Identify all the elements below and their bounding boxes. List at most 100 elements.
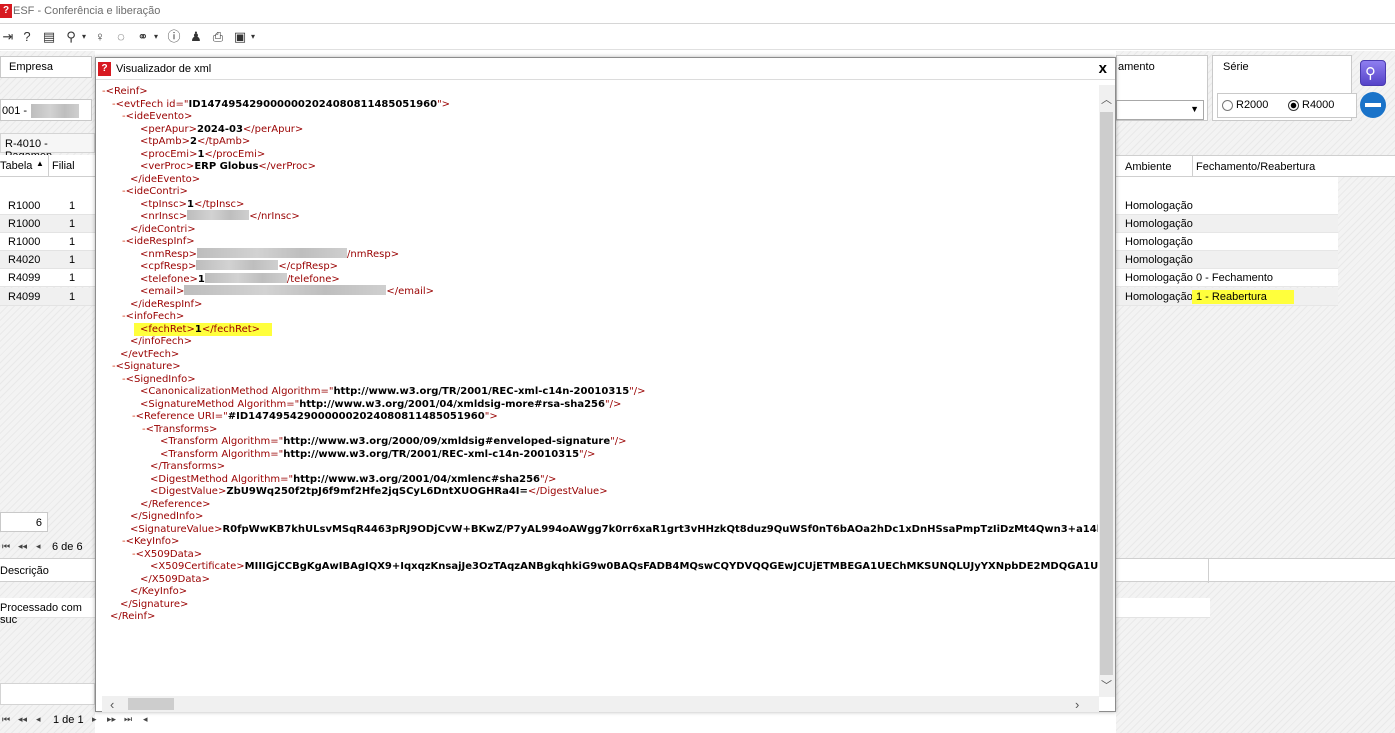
serie-group: Série R2000 R4000 — [1212, 55, 1357, 121]
window-title: ESF - Conferência e liberação — [13, 5, 161, 17]
redacted-value — [204, 272, 287, 283]
export-icon[interactable]: ⎙ — [210, 27, 226, 47]
link-icon[interactable]: ⚭ — [135, 27, 158, 47]
table-row[interactable]: R4099 1 — [0, 269, 95, 287]
vertical-scrollbar[interactable]: ︿ ﹀ — [1099, 85, 1115, 697]
table-row[interactable]: Homologação 1 - Reabertura — [1116, 288, 1338, 306]
prev-fast-icon[interactable]: ◂◂ — [18, 714, 27, 725]
xml-content[interactable]: -<Reinf> -<evtFech id="ID147495429000000… — [102, 85, 1098, 697]
radio-r2000[interactable] — [1222, 100, 1233, 111]
table-row[interactable]: Homologação — [1116, 233, 1338, 251]
xml-line: <email> </email> — [140, 285, 435, 297]
xml-line: </ideContri> — [130, 223, 196, 235]
xml-line: <Transform Algorithm="http://www.w3.org/… — [160, 448, 596, 460]
xml-line: <DigestMethod Algorithm="http://www.w3.o… — [150, 473, 557, 485]
exit-icon[interactable]: ⇥ — [0, 27, 16, 47]
next-fast-icon[interactable]: ▸▸ — [107, 714, 116, 725]
horizontal-scroll-thumb[interactable] — [128, 698, 174, 710]
toolbar: ⇥ ? ▤ ⚲ ♀ ◌ ⚭ ⓘ ♟ ⎙ ▣ — [0, 24, 1395, 50]
table-row[interactable]: Homologação 0 - Fechamento — [1116, 269, 1338, 287]
bottom-pager-text: 1 de 1 — [53, 714, 84, 726]
redacted-value — [196, 260, 279, 270]
xml-line: <DigestValue>ZbU9Wq250f2tpJ6f9mf2Hfe2jqS… — [150, 486, 608, 497]
xml-viewer-dialog: ? Visualizador de xml x -<Reinf> -<evtFe… — [95, 57, 1116, 712]
info-icon[interactable]: ⓘ — [166, 27, 182, 47]
xml-line: </infoFech> — [130, 336, 193, 347]
first-page-icon[interactable]: ⏮ — [2, 541, 10, 552]
table-row[interactable]: Homologação — [1116, 197, 1338, 215]
xml-line: -<evtFech id="ID147495429000000202408081… — [112, 98, 451, 110]
table-row[interactable]: Homologação — [1116, 215, 1338, 233]
app-logo-icon: ? — [0, 4, 12, 18]
table-row[interactable]: R1000 1 — [0, 215, 95, 233]
scroll-up-icon[interactable]: ︿ — [1101, 91, 1112, 107]
xml-line: -<infoFech> — [122, 311, 185, 322]
table-row[interactable]: R4099 1 — [0, 288, 95, 306]
chevron-down-icon: ▼ — [1190, 104, 1199, 114]
table-row[interactable]: R1000 1 — [0, 197, 95, 215]
column-ambiente[interactable]: Ambiente — [1125, 161, 1171, 173]
xml-line: -<Reinf> — [102, 86, 148, 97]
xml-line: -<ideEvento> — [122, 111, 193, 122]
xml-line: <Transform Algorithm="http://www.w3.org/… — [160, 436, 627, 447]
xml-line: <nmResp>/nmResp> — [140, 247, 400, 260]
search-icon: ⚲ — [1365, 65, 1376, 82]
empresa-field[interactable]: 001 - — [0, 99, 92, 121]
preview-icon[interactable]: ▣ — [232, 27, 255, 47]
xml-line: </ideEvento> — [130, 173, 201, 185]
serie-header: Série — [1223, 61, 1249, 73]
close-button[interactable]: x — [1099, 60, 1107, 77]
viewer-title-bar: ? Visualizador de xml x — [96, 58, 1115, 80]
redacted-value — [187, 210, 250, 220]
column-filial[interactable]: Filial — [52, 160, 75, 172]
xml-line: </ideRespInf> — [130, 298, 203, 310]
xml-line: <SignatureMethod Algorithm="http://www.w… — [140, 398, 622, 410]
next-page-icon[interactable]: ▸ — [92, 714, 97, 725]
column-fechamento[interactable]: Fechamento/Reabertura — [1196, 161, 1315, 173]
scroll-right-icon[interactable]: › — [1075, 697, 1079, 712]
tab-evento[interactable]: R-4010 - Pagamen — [0, 133, 95, 162]
table-row[interactable]: Processado com suc — [0, 598, 95, 626]
xml-line: <perApur>2024-03</perApur> — [140, 123, 304, 135]
scroll-left-icon[interactable]: ‹ — [110, 697, 114, 712]
horizontal-scrollbar[interactable]: ‹ › — [102, 696, 1099, 712]
empresa-header: Empresa — [9, 61, 54, 73]
xml-line: <SignatureValue>R0fpWwKB7khULsvMSqR4463p… — [130, 523, 1098, 535]
search-button[interactable]: ⚲ — [1360, 60, 1386, 86]
scroll-down-icon[interactable]: ﹀ — [1101, 677, 1112, 693]
last-page-icon[interactable]: ⏭ — [124, 714, 132, 725]
xml-line: -<Signature> — [112, 361, 181, 372]
descricao-header: Descrição — [0, 565, 49, 577]
help-icon[interactable]: ? — [19, 27, 35, 47]
column-tabela[interactable]: Tabela — [0, 160, 32, 172]
table-row[interactable]: R1000 1 — [0, 233, 95, 251]
page-input[interactable]: 6 — [0, 512, 48, 532]
prev-fast-icon[interactable]: ◂◂ — [18, 541, 27, 552]
xml-line: <telefone>1/telefone> — [140, 272, 340, 285]
lightbulb-icon[interactable]: ♀ — [92, 27, 108, 47]
search-icon[interactable]: ⚲ — [63, 27, 86, 47]
xml-line: <nrInsc> </nrInsc> — [140, 210, 300, 222]
prev-page-icon[interactable]: ◂ — [36, 714, 41, 725]
collapse-icon[interactable]: ◂ — [143, 714, 148, 725]
right-panel — [1116, 51, 1395, 733]
xml-line: </Reinf> — [110, 611, 156, 622]
prev-page-icon[interactable]: ◂ — [36, 541, 41, 552]
xml-line: <CanonicalizationMethod Algorithm="http:… — [140, 386, 646, 397]
first-page-icon[interactable]: ⏮ — [2, 714, 10, 725]
xml-line: -<ideRespInf> — [122, 236, 195, 247]
radio-r4000[interactable] — [1288, 100, 1299, 111]
xml-line: -<Transforms> — [142, 423, 218, 435]
keyboard-icon[interactable]: ▤ — [41, 27, 57, 47]
remove-button[interactable] — [1360, 92, 1386, 118]
table-row[interactable]: Homologação — [1116, 251, 1338, 269]
dropdown-select[interactable]: ▼ — [1116, 100, 1204, 120]
title-bar: ? ESF - Conferência e liberação — [0, 0, 1395, 24]
xml-line: </X509Data> — [140, 573, 210, 585]
users-icon[interactable]: ♟ — [188, 27, 204, 47]
refresh-icon[interactable]: ◌ — [113, 27, 129, 47]
xml-line: <cpfResp> </cpfResp> — [140, 260, 339, 272]
xml-line: <X509Certificate>MIIIGjCCBgKgAwIBAgIQX9+… — [150, 561, 1098, 572]
vertical-scroll-thumb[interactable] — [1100, 112, 1113, 675]
table-row[interactable]: R4020 1 — [0, 251, 95, 269]
